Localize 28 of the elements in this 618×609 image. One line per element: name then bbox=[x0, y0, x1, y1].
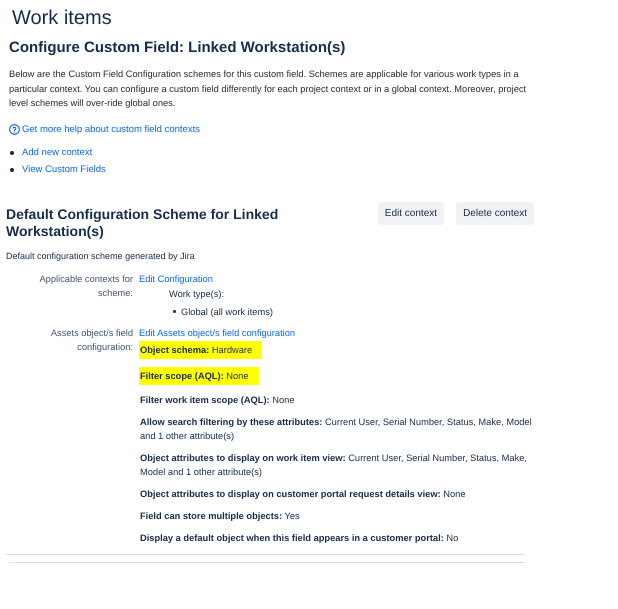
description-text: Below are the Custom Field Configuration schemes for this custom field. Schemes are applicable for various work types in a particular context. You can configure a custom field differently for each project context or in a global context. Moreover, project level schemes will over-ride global ones. bbox=[9, 68, 528, 110]
bullet-icon bbox=[10, 150, 14, 154]
context-link[interactable]: View Custom Fields bbox=[22, 162, 106, 176]
edit-configuration-link[interactable]: Edit Configuration bbox=[139, 274, 213, 284]
section-heading: Configure Custom Field: Linked Workstation(s) bbox=[9, 39, 346, 57]
attribute-text: Display a default object when this field appears in a customer portal: No bbox=[139, 532, 458, 544]
edit-assets-link[interactable]: Edit Assets object/s field configuration bbox=[139, 328, 296, 338]
context-button[interactable]: Edit context bbox=[378, 202, 444, 224]
work-type-item: Global (all work items) bbox=[181, 306, 273, 318]
attribute-text: Object attributes to display on work item view: Current User, Serial Number, Status, Make, Model and 1 other attribute(s) bbox=[139, 452, 528, 478]
attribute-text: Allow search filtering by these attributes: Current User, Serial Number, Status, Make, Model and 1 other attribute(s) bbox=[139, 416, 533, 442]
help-icon bbox=[9, 124, 20, 135]
field-label: Applicable contexts for scheme: bbox=[38, 272, 133, 300]
bullet-icon bbox=[10, 168, 14, 172]
bullet-icon bbox=[173, 310, 176, 313]
work-types-label: Work type(s): bbox=[169, 288, 226, 300]
help-link[interactable]: Get more help about custom field contexts bbox=[22, 122, 200, 136]
attribute-text: Object attributes to display on customer portal request details view: None bbox=[139, 488, 466, 500]
context-link[interactable]: Add new context bbox=[22, 146, 92, 160]
attribute-text: Field can store multiple objects: Yes bbox=[139, 510, 300, 522]
page-title: Work items bbox=[12, 6, 113, 30]
scheme-title: Default Configuration Scheme for Linked Workstation(s) bbox=[6, 206, 280, 240]
attribute-text: Object schema: Hardware bbox=[139, 340, 262, 358]
context-button[interactable]: Delete context bbox=[456, 202, 534, 224]
attribute-text: Filter scope (AQL): None bbox=[139, 366, 259, 384]
field-label: Assets object/s field configuration: bbox=[50, 326, 133, 354]
attribute-text: Filter work item scope (AQL): None bbox=[139, 394, 294, 406]
scheme-description: Default configuration scheme generated by Jira bbox=[6, 250, 196, 262]
